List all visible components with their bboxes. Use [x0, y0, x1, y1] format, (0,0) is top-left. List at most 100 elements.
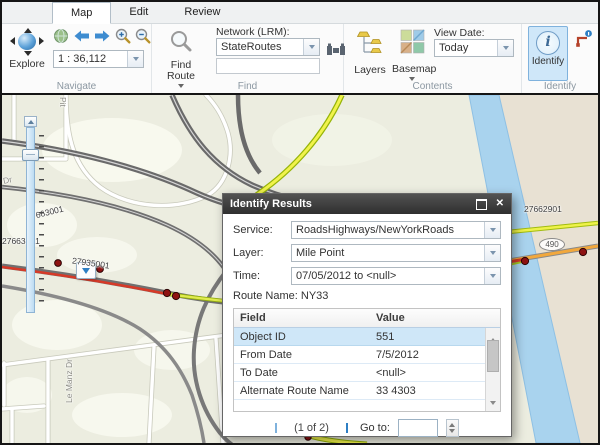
zoom-out-icon[interactable] [135, 28, 151, 49]
find-route-label: Find Route [160, 60, 202, 82]
identify-button-label: Identify [529, 56, 567, 67]
identify-results-dialog: Identify Results ✕ Service: RoadsHighway… [222, 193, 512, 437]
layers-button[interactable]: Layers [350, 29, 390, 76]
tab-edit[interactable]: Edit [111, 2, 166, 23]
scroll-down-icon[interactable] [486, 392, 500, 410]
zoom-slider-ticks [39, 135, 44, 307]
cell-value: 7/5/2012 [370, 346, 482, 363]
table-row[interactable]: Alternate Route Name 33 4303 [234, 382, 500, 400]
table-row[interactable]: To Date <null> [234, 364, 500, 382]
maximize-icon[interactable] [476, 199, 487, 210]
previous-extent-icon[interactable] [73, 29, 90, 48]
group-find: Find Route Network (LRM): StateRoutes Fi… [152, 24, 344, 93]
goto-spinner[interactable] [446, 419, 459, 437]
full-extent-globe-icon[interactable] [53, 28, 69, 49]
cell-field: From Date [234, 346, 370, 363]
map-canvas[interactable]: 27663001 27663101 27935001 27662901 Le M… [2, 93, 598, 443]
identify-i-icon: i [536, 31, 560, 55]
explore-button[interactable]: Explore [4, 30, 50, 70]
street-label: Le Manz Dr [64, 359, 74, 403]
layers-label: Layers [350, 64, 390, 76]
identify-group-label: Identify [522, 81, 598, 92]
first-page-button[interactable] [275, 423, 278, 433]
app-window: Map Edit Review Explore [0, 0, 600, 445]
navigate-group-label: Navigate [2, 81, 151, 92]
table-row[interactable]: From Date 7/5/2012 [234, 346, 500, 364]
explore-label: Explore [4, 58, 50, 70]
table-row[interactable] [234, 400, 500, 412]
explore-orb-icon [12, 30, 42, 54]
service-dropdown-icon[interactable] [484, 222, 500, 238]
last-page-button[interactable] [345, 423, 348, 433]
zoom-slider[interactable] [22, 116, 46, 314]
close-icon[interactable]: ✕ [496, 199, 504, 209]
identify-button[interactable]: i Identify [528, 26, 568, 81]
service-label: Service: [233, 224, 291, 236]
basemap-tiles-icon [400, 41, 425, 58]
view-date-dropdown-icon[interactable] [497, 40, 513, 56]
group-identify: i Identify Identify [522, 24, 598, 93]
layer-value: Mile Point [292, 245, 500, 259]
layer-dropdown-icon[interactable] [484, 245, 500, 261]
table-scrollbar[interactable] [485, 328, 500, 411]
goto-page-input[interactable] [398, 419, 438, 437]
cell-value: <null> [370, 364, 482, 381]
cell-field: To Date [234, 364, 370, 381]
network-lrm-dropdown-icon[interactable] [303, 39, 319, 55]
dialog-titlebar[interactable]: Identify Results ✕ [223, 194, 511, 214]
time-dropdown-icon[interactable] [484, 268, 500, 284]
map-scale-combobox[interactable]: 1 : 36,112 [53, 50, 144, 68]
cell-value: 551 [370, 328, 482, 345]
cell-field: Alternate Route Name [234, 382, 370, 399]
find-route-button[interactable]: Find Route [160, 29, 202, 88]
basemap-button[interactable]: Basemap [392, 29, 432, 81]
find-route-magnifier-icon [169, 40, 193, 57]
ribbon-tabstrip: Map Edit Review [2, 2, 598, 24]
network-lrm-combobox[interactable]: StateRoutes [216, 38, 320, 56]
value-column-header[interactable]: Value [370, 309, 482, 327]
layers-tree-icon [357, 42, 383, 59]
view-date-label: View Date: [434, 27, 485, 39]
route-name-value: NY33 [301, 290, 329, 302]
layer-label: Layer: [233, 247, 291, 259]
pagination-bar: (1 of 2) Go to: [233, 418, 501, 438]
zoom-slider-handle[interactable] [22, 149, 39, 161]
ribbon: Map Edit Review Explore [2, 2, 598, 93]
zoom-slider-up-icon[interactable] [24, 116, 37, 127]
table-row[interactable]: Object ID 551 [234, 328, 500, 346]
time-combobox[interactable]: 07/05/2012 to <null> [291, 267, 501, 285]
map-scale-dropdown-icon[interactable] [127, 51, 143, 67]
next-extent-icon[interactable] [94, 29, 111, 48]
scrollbar-thumb[interactable] [487, 340, 499, 372]
tab-review[interactable]: Review [166, 2, 238, 23]
cell-value: 33 4303 [370, 382, 482, 399]
group-navigate: Explore [2, 24, 152, 93]
field-column-header[interactable]: Field [234, 309, 370, 327]
network-lrm-label: Network (LRM): [216, 26, 290, 38]
service-combobox[interactable]: RoadsHighways/NewYorkRoads [291, 221, 501, 239]
zoom-in-icon[interactable] [115, 28, 131, 49]
contents-group-label: Contents [344, 81, 521, 92]
route-shield: 490 [539, 238, 565, 251]
find-binoculars-icon[interactable] [326, 41, 346, 61]
attributes-table: Field Value Object ID 551 From Date 7/5/… [233, 308, 501, 412]
layer-combobox[interactable]: Mile Point [291, 244, 501, 262]
route-input[interactable] [216, 58, 320, 74]
street-label: Pit [58, 97, 68, 107]
dialog-title: Identify Results [230, 198, 476, 210]
route-label: 27662901 [524, 204, 562, 214]
goto-label: Go to: [360, 422, 390, 434]
time-label: Time: [233, 270, 291, 282]
cell-field: Object ID [234, 328, 370, 345]
identify-route-locations-icon[interactable] [575, 29, 593, 52]
route-name-label: Route Name: [233, 290, 298, 302]
find-group-label: Find [152, 81, 343, 92]
page-status: (1 of 2) [294, 422, 329, 434]
basemap-label: Basemap [392, 63, 432, 75]
street-label: Dr [2, 174, 13, 186]
tab-map[interactable]: Map [52, 2, 111, 24]
service-value: RoadsHighways/NewYorkRoads [292, 222, 500, 236]
group-contents: Layers Basemap [344, 24, 522, 93]
view-date-combobox[interactable]: Today [434, 39, 514, 57]
time-value: 07/05/2012 to <null> [292, 268, 500, 282]
